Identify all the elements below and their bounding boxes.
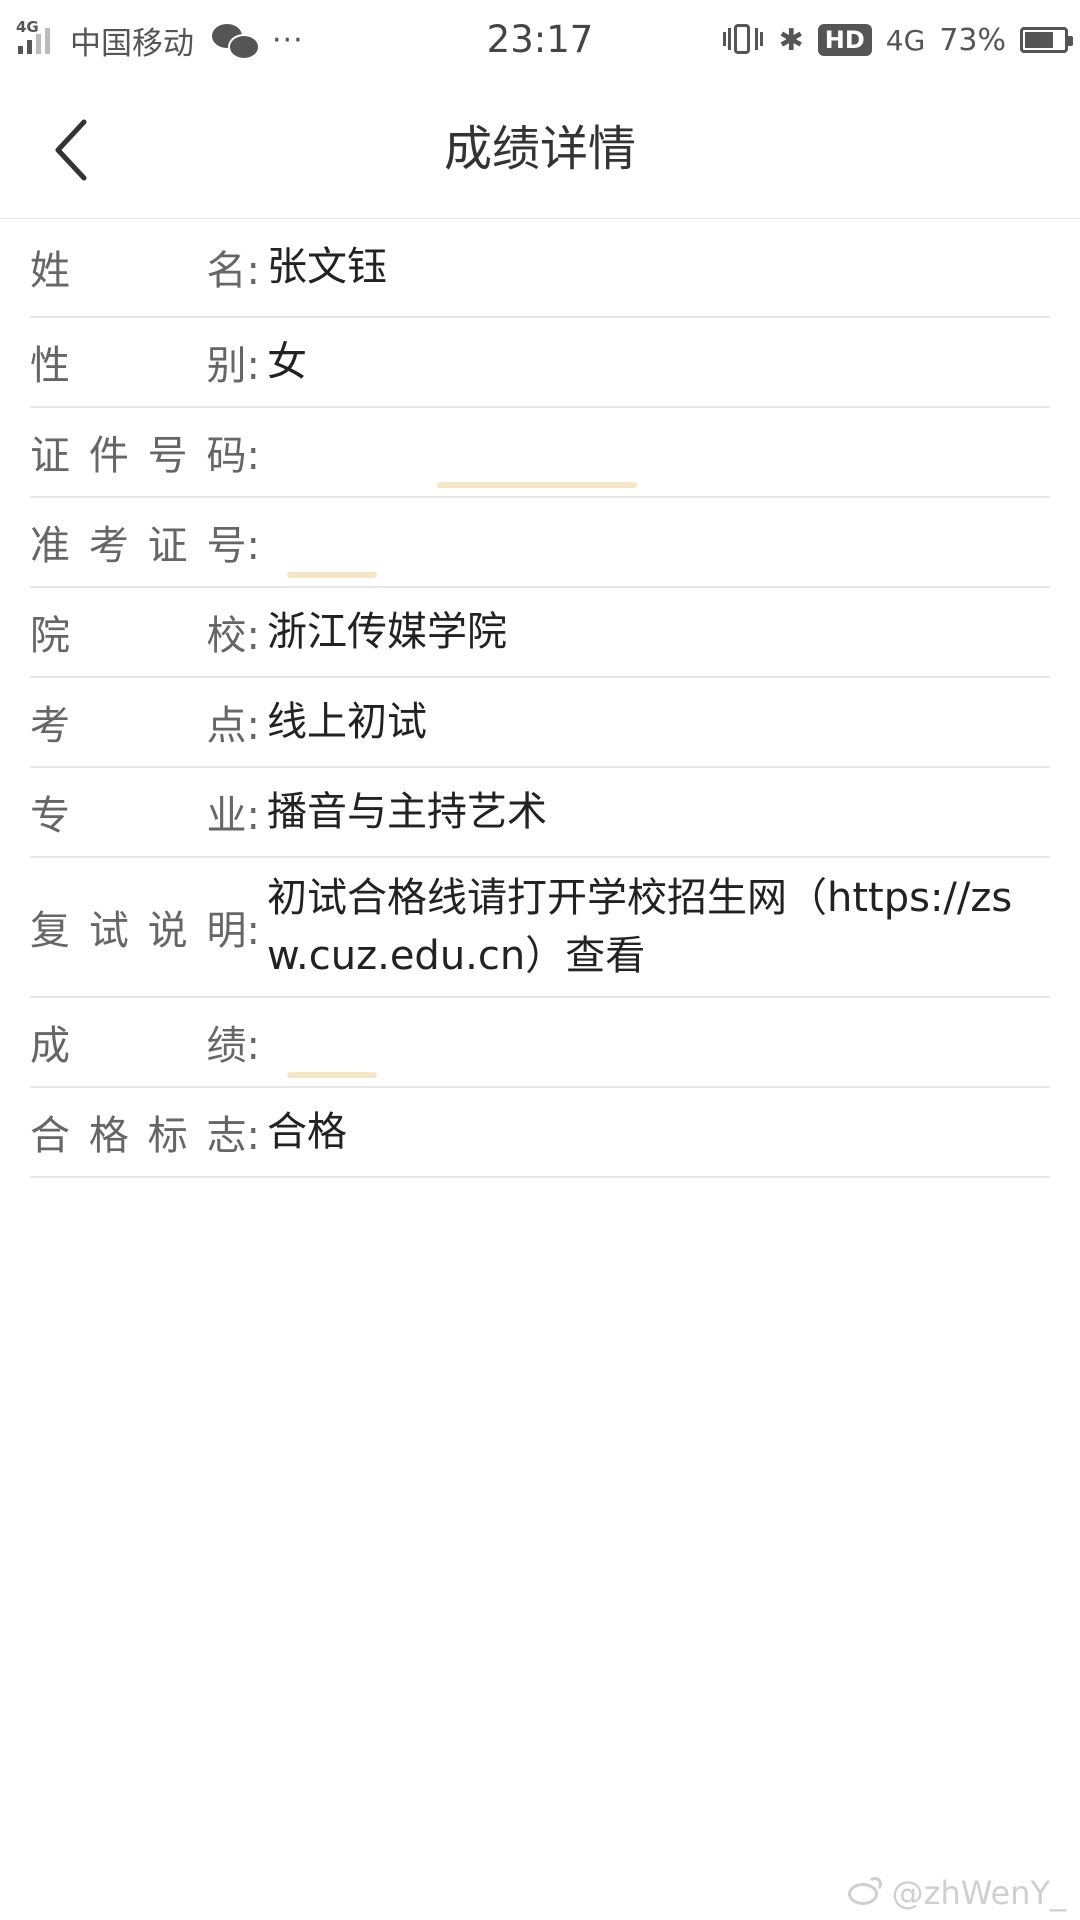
label-char: 件 — [88, 433, 129, 479]
label-char: 业: — [206, 793, 260, 839]
weibo-icon — [846, 1877, 886, 1909]
vibrate-icon — [721, 22, 765, 58]
detail-row-admission-ticket-number: 准考证号: — [30, 498, 1050, 588]
label-char: 志: — [206, 1113, 260, 1159]
detail-row-retest-note: 复试说明: 初试合格线请打开学校招生网（https://zsw.cuz.edu.c… — [30, 858, 1050, 998]
redaction-mark — [437, 482, 637, 488]
detail-label-admission-ticket-number: 准考证号: — [30, 513, 267, 571]
battery-icon — [1020, 27, 1073, 53]
signal-icon: 4G — [16, 18, 60, 62]
label-char: 院 — [30, 613, 70, 659]
detail-value-retest-note: 初试合格线请打开学校招生网（https://zsw.cuz.edu.cn）查看 — [267, 875, 1013, 979]
wechat-icon — [212, 20, 260, 60]
detail-label-id-number: 证件号码: — [30, 423, 267, 481]
label-char: 试 — [88, 908, 129, 954]
label-char: 考 — [30, 703, 70, 749]
bluetooth-icon: ✱ — [778, 22, 804, 58]
label-char: 性 — [30, 343, 70, 389]
detail-value-name: 张文钰 — [267, 244, 387, 290]
label-char: 复 — [30, 908, 70, 954]
detail-row-gender: 性 别: 女 — [30, 318, 1050, 408]
detail-label-score: 成 绩: — [30, 1013, 267, 1071]
redaction-mark — [287, 1072, 377, 1078]
label-char: 说 — [147, 908, 188, 954]
label-char: 格 — [88, 1113, 129, 1159]
detail-value-major: 播音与主持艺术 — [267, 789, 547, 835]
label-char: 号: — [206, 523, 260, 569]
hd-badge: HD — [817, 24, 872, 56]
page-title: 成绩详情 — [443, 121, 636, 177]
carrier-name: 中国移动 — [70, 25, 194, 62]
status-bar: 4G 中国移动 ··· 23:17 ✱ HD 4G 73% — [0, 0, 1080, 80]
back-button[interactable] — [46, 112, 106, 188]
detail-row-name: 姓 名: 张文钰 — [30, 218, 1050, 318]
detail-value-exam-site: 线上初试 — [267, 699, 427, 745]
label-char: 点: — [206, 703, 260, 749]
detail-label-pass-flag: 合格标志: — [30, 1103, 267, 1161]
detail-label-name: 姓 名: — [30, 238, 267, 296]
detail-label-gender: 性 别: — [30, 333, 267, 391]
detail-row-pass-flag: 合格标志: 合格 — [30, 1088, 1050, 1178]
chevron-left-icon — [55, 119, 87, 181]
label-char: 明: — [206, 908, 260, 954]
label-char: 考 — [88, 523, 129, 569]
label-char: 合 — [30, 1113, 70, 1159]
detail-value-school: 浙江传媒学院 — [267, 609, 507, 655]
nav-bar: 成绩详情 — [0, 80, 1080, 219]
detail-row-exam-site: 考 点: 线上初试 — [30, 678, 1050, 768]
label-char: 号 — [147, 433, 188, 479]
label-char: 证 — [30, 433, 70, 479]
score-detail-list: 姓名: 张文钰性别: 女证件号码: 准考证号: 院校: 浙江传媒学院考点: 线上初试专业: 播… — [30, 218, 1050, 1178]
detail-row-major: 专 业: 播音与主持艺术 — [30, 768, 1050, 858]
detail-row-id-number: 证件号码: — [30, 408, 1050, 498]
label-char: 证 — [147, 523, 188, 569]
detail-value-pass-flag: 合格 — [267, 1109, 347, 1155]
label-char: 标 — [147, 1113, 188, 1159]
label-char: 别: — [206, 343, 260, 389]
detail-label-school: 院 校: — [30, 603, 267, 661]
label-char: 专 — [30, 793, 70, 839]
watermark-text: @zhWenY_ — [891, 1874, 1066, 1912]
redaction-mark — [287, 572, 377, 578]
label-char: 准 — [30, 523, 70, 569]
status-bar-right: ✱ HD 4G 73% — [721, 0, 1073, 80]
detail-row-school: 院 校: 浙江传媒学院 — [30, 588, 1050, 678]
label-char: 校: — [206, 613, 260, 659]
network-type: 4G — [885, 23, 926, 57]
more-notifications-icon: ··· — [272, 22, 304, 58]
status-bar-left: 4G 中国移动 ··· — [16, 0, 304, 80]
label-char: 名: — [206, 248, 260, 294]
watermark: @zhWenY_ — [846, 1874, 1066, 1912]
detail-row-score: 成 绩: — [30, 998, 1050, 1088]
detail-label-exam-site: 考 点: — [30, 693, 267, 751]
label-char: 绩: — [206, 1023, 260, 1069]
detail-label-retest-note: 复试说明: — [30, 898, 267, 956]
detail-label-major: 专 业: — [30, 783, 267, 841]
label-char: 码: — [206, 433, 260, 479]
label-char: 姓 — [30, 248, 70, 294]
label-char: 成 — [30, 1023, 70, 1069]
battery-percent: 73% — [939, 22, 1006, 58]
detail-value-gender: 女 — [267, 339, 307, 385]
